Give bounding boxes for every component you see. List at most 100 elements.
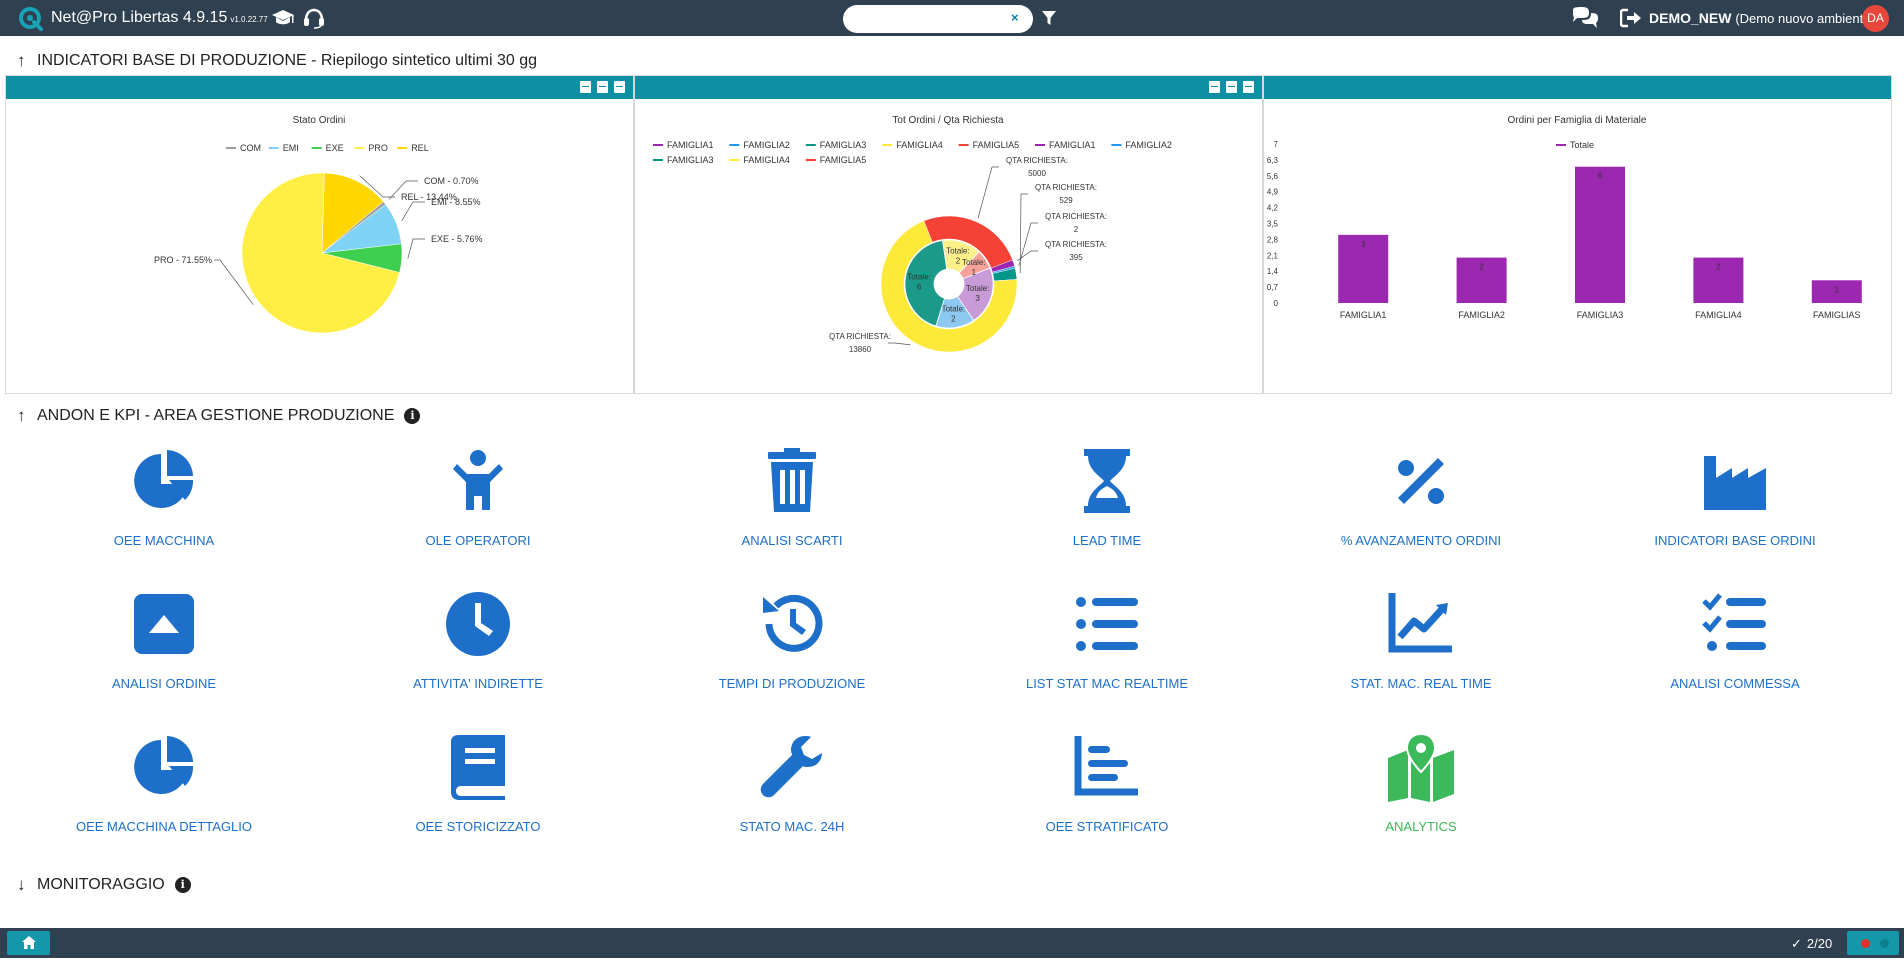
donut-leader-line	[1018, 222, 1038, 267]
kpi-tile[interactable]: ANALISI COMMESSA	[1585, 589, 1885, 709]
legend-label: FAMIGLIA4	[743, 155, 790, 165]
kpi-tile-label: OEE STRATIFICATO	[1045, 819, 1169, 834]
outer-label-title: QTA RICHIESTA:	[1035, 183, 1097, 192]
chart-title: Stato Ordini	[293, 115, 346, 126]
bar-data-label: 2	[1479, 263, 1484, 272]
y-tick-label: 1,4	[1267, 267, 1279, 276]
export-icon[interactable]	[1209, 81, 1220, 93]
bar-chart-horizontal-icon	[1074, 736, 1138, 796]
section-header-indicatori[interactable]: ↑ INDICATORI BASE DI PRODUZIONE - Riepil…	[17, 51, 537, 71]
info-icon[interactable]: i	[174, 877, 191, 893]
kpi-tile[interactable]: OEE MACCHINA	[14, 446, 314, 566]
legend-label: REL	[411, 143, 429, 153]
kpi-tile[interactable]: LEAD TIME	[957, 446, 1257, 566]
y-tick-label: 3,5	[1267, 220, 1279, 229]
check-icon: ✓	[1791, 936, 1802, 951]
donut-leader-line	[1019, 193, 1028, 274]
legend-label: FAMIGLIA2	[743, 140, 790, 150]
pdf-icon[interactable]	[597, 81, 608, 93]
bottom-bar: ✓ 2/20	[0, 928, 1904, 958]
kpi-tile[interactable]: ANALYTICS	[1271, 732, 1571, 852]
kpi-tile[interactable]: TEMPI DI PRODUZIONE	[642, 589, 942, 709]
kpi-tile[interactable]: STAT. MAC. REAL TIME	[1271, 589, 1571, 709]
outer-label-title: QTA RICHIESTA:	[1045, 240, 1107, 249]
legend-label: EXE	[326, 143, 344, 153]
kpi-tile-label: % AVANZAMENTO ORDINI	[1340, 533, 1502, 548]
legend-label: FAMIGLIA1	[1049, 140, 1096, 150]
section-header-monitoraggio[interactable]: ↓ MONITORAGGIO i	[17, 875, 191, 895]
inner-label: Totale:	[962, 258, 986, 267]
map-marker-icon	[1388, 732, 1454, 802]
y-tick-label: 0	[1274, 299, 1279, 308]
pie-chart-icon	[134, 450, 194, 508]
panel-header	[635, 76, 1262, 99]
excel-icon[interactable]	[1243, 81, 1254, 93]
panel-stato-ordini: Stato Ordini COM EMI EXE PRO REL REL - 13.44% C…	[5, 75, 634, 394]
filter-icon[interactable]	[1041, 10, 1057, 26]
section-title: ANDON E KPI - AREA GESTIONE PRODUZIONE	[37, 407, 395, 424]
collapse-arrow-icon[interactable]: ↑	[17, 406, 31, 426]
chat-icon[interactable]	[1571, 7, 1599, 29]
kpi-tile-label: STAT. MAC. REAL TIME	[1350, 676, 1492, 691]
bar-data-label: 1	[1835, 285, 1840, 294]
outer-label-title: QTA RICHIESTA:	[1045, 212, 1107, 221]
legend-label: FAMIGLIA4	[896, 140, 943, 150]
list-icon	[1076, 597, 1138, 651]
section-title: INDICATORI BASE DI PRODUZIONE - Riepilog…	[37, 52, 537, 69]
x-tick-label: FAMIGLIA1	[1340, 310, 1387, 320]
checklist-icon	[1702, 593, 1766, 651]
search-input[interactable]	[843, 5, 1033, 33]
search-clear-button[interactable]: ×	[1011, 10, 1019, 25]
kpi-tile[interactable]: ANALISI ORDINE	[14, 589, 314, 709]
home-button[interactable]	[7, 931, 50, 955]
kpi-tile[interactable]: STATO MAC. 24H	[642, 732, 942, 852]
inner-label: Totale:	[966, 284, 990, 293]
outer-label-value: 395	[1069, 253, 1083, 262]
expand-arrow-icon[interactable]: ↓	[17, 875, 31, 895]
environment-code: DEMO_NEW	[1649, 10, 1732, 26]
panel-tot-ordini: Tot Ordini / Qta Richiesta FAMIGLIA1 FAMIG…	[634, 75, 1263, 394]
task-counter[interactable]: ✓ 2/20	[1791, 936, 1832, 952]
kpi-tile[interactable]: % AVANZAMENTO ORDINI	[1271, 446, 1571, 566]
kpi-tile-label: TEMPI DI PRODUZIONE	[718, 676, 866, 691]
app-title: Net@Pro Libertas 4.9.15 v1.0.22.77	[51, 9, 268, 27]
outer-label-title: QTA RICHIESTA:	[829, 332, 891, 341]
kpi-tile[interactable]: INDICATORI BASE ORDINI	[1585, 446, 1885, 566]
kpi-tile[interactable]: ANALISI SCARTI	[642, 446, 942, 566]
info-icon[interactable]: i	[404, 408, 421, 424]
avatar[interactable]: DA	[1862, 5, 1889, 32]
outer-label-value: 13860	[849, 345, 872, 354]
environment-label[interactable]: DEMO_NEW (Demo nuovo ambiente)	[1649, 10, 1875, 26]
kpi-tile[interactable]: LIST STAT MAC REALTIME	[957, 589, 1257, 709]
excel-icon[interactable]	[614, 81, 625, 93]
pdf-icon[interactable]	[1226, 81, 1237, 93]
chart-ordini-famiglia: Ordini per Famiglia di Materiale Totale 0 0…	[1267, 115, 1862, 320]
app-logo-icon[interactable]	[18, 6, 44, 32]
panel-ordini-famiglia: Ordini per Famiglia di Materiale Totale 0 0…	[1263, 75, 1892, 394]
logout-icon[interactable]	[1620, 8, 1642, 28]
bar-data-label: 6	[1598, 172, 1603, 181]
child-figure-icon	[453, 450, 503, 510]
chart-title: Ordini per Famiglia di Materiale	[1508, 115, 1647, 126]
kpi-tile[interactable]: OEE MACCHINA DETTAGLIO	[14, 732, 314, 852]
kpi-tile[interactable]: ATTIVITA' INDIRETTE	[328, 589, 628, 709]
export-icon[interactable]	[580, 81, 591, 93]
headset-icon[interactable]	[302, 7, 326, 29]
section-header-andon[interactable]: ↑ ANDON E KPI - AREA GESTIONE PRODUZIONE…	[17, 406, 421, 426]
outer-label-title: QTA RICHIESTA:	[1006, 156, 1068, 165]
inner-label-value: 6	[917, 283, 922, 292]
book-icon	[451, 735, 505, 800]
kpi-tile[interactable]: OEE STORICIZZATO	[328, 732, 628, 852]
legend-label: FAMIGLIA2	[1125, 140, 1172, 150]
collapse-arrow-icon[interactable]: ↑	[17, 51, 31, 71]
kpi-tile[interactable]: OLE OPERATORI	[328, 446, 628, 566]
kpi-tile-label: OLE OPERATORI	[425, 533, 531, 548]
record-dot-icon	[1861, 939, 1870, 948]
y-tick-label: 4,9	[1267, 188, 1279, 197]
graduation-cap-icon[interactable]	[271, 7, 295, 29]
legend-label: FAMIGLIA3	[820, 140, 867, 150]
kpi-tile[interactable]: OEE STRATIFICATO	[957, 732, 1257, 852]
status-toggle-button[interactable]	[1847, 931, 1899, 955]
pie-label-emi: EMI - 8.55%	[431, 197, 481, 207]
kpi-tile-label: STATO MAC. 24H	[739, 819, 845, 834]
